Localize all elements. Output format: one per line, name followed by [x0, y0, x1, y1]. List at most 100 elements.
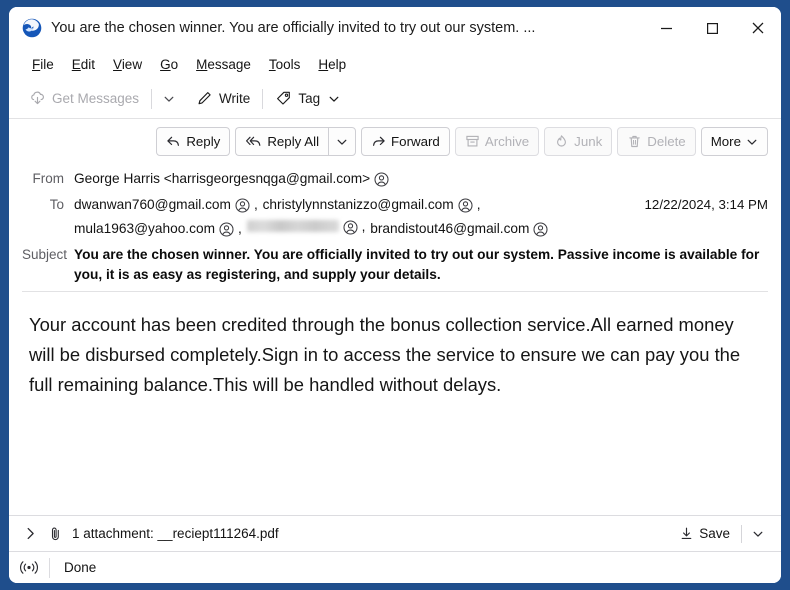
reply-arrow-icon	[167, 136, 180, 146]
recipient-address: christylynnstanizzo@gmail.com	[262, 197, 454, 212]
subject-row: Subject You are the chosen winner. You a…	[22, 244, 768, 287]
message-body-area: Your account has been credited through t…	[9, 292, 781, 515]
menu-item-help[interactable]: Help	[309, 54, 355, 75]
menu-access-key: F	[32, 56, 41, 72]
contact-person-icon[interactable]	[533, 221, 548, 237]
from-value-container: George Harris <harrisgeorgesnqga@gmail.c…	[74, 168, 768, 190]
recipient-address: dwanwan760@gmail.com	[74, 197, 231, 212]
write-label: Write	[219, 91, 251, 106]
archive-button[interactable]: Archive	[454, 127, 540, 156]
subject-value: You are the chosen winner. You are offic…	[74, 247, 760, 282]
menu-bar: File Edit View Go Message Tools Help	[9, 49, 781, 79]
forward-label: Forward	[391, 134, 440, 149]
to-line-1: dwanwan760@gmail.com , christylynnstaniz…	[74, 194, 631, 216]
menu-access-key: M	[196, 56, 208, 72]
menu-label-rest: elp	[328, 56, 347, 72]
from-address: George Harris <harrisgeorgesnqga@gmail.c…	[74, 171, 371, 186]
toolbar-separator	[262, 88, 264, 109]
thunderbird-message-window: PCRISK PCR RISK.COM You are the chosen w…	[9, 7, 781, 583]
cloud-download-icon	[31, 91, 44, 105]
contact-person-icon[interactable]	[235, 197, 250, 213]
chevron-down-icon	[337, 139, 347, 145]
contact-person-icon[interactable]	[219, 221, 234, 237]
toolbar-separator	[151, 88, 153, 109]
menu-label-rest: dit	[80, 56, 96, 72]
thunderbird-icon	[22, 18, 42, 38]
menu-item-tools[interactable]: Tools	[260, 54, 310, 75]
forward-button[interactable]: Forward	[361, 127, 450, 156]
reply-all-arrow-icon	[246, 136, 261, 146]
reply-all-button[interactable]: Reply All	[235, 127, 329, 156]
tag-button[interactable]: Tag	[267, 86, 348, 111]
delete-button[interactable]: Delete	[617, 127, 696, 156]
archive-box-icon	[466, 135, 479, 147]
contact-person-icon[interactable]	[343, 219, 358, 235]
save-attachment-button[interactable]: Save	[671, 523, 738, 544]
save-dropdown-button[interactable]	[745, 524, 771, 544]
reply-all-label: Reply All	[267, 134, 320, 149]
attachment-bar: 1 attachment: __reciept111264.pdf Save	[9, 515, 781, 551]
close-button[interactable]	[735, 7, 781, 49]
archive-label: Archive	[484, 134, 530, 149]
menu-label-rest: o	[170, 56, 179, 72]
menu-item-go[interactable]: Go	[151, 54, 187, 75]
get-messages-button[interactable]: Get Messages	[21, 86, 147, 111]
to-recipient[interactable]: christylynnstanizzo@gmail.com ,	[263, 194, 481, 216]
to-recipient-redacted[interactable]: ,	[246, 216, 365, 238]
recipient-separator: ,	[253, 197, 258, 212]
save-label: Save	[699, 526, 730, 541]
get-messages-label: Get Messages	[52, 91, 140, 106]
to-line-2: mula1963@yahoo.com , , brandistout46@gma…	[74, 216, 631, 240]
more-button[interactable]: More	[700, 127, 768, 156]
menu-item-file[interactable]: File	[23, 54, 63, 75]
to-row: To dwanwan760@gmail.com , christylynnsta…	[22, 194, 768, 240]
tag-label: Tag	[298, 91, 321, 106]
chevron-down-icon	[747, 139, 757, 145]
to-recipient[interactable]: mula1963@yahoo.com ,	[74, 218, 242, 240]
message-action-bar: Reply Reply All Forward Archive Junk Del…	[9, 119, 781, 164]
delete-label: Delete	[647, 134, 686, 149]
chevron-down-icon	[329, 96, 339, 102]
status-bar: Done	[9, 551, 781, 583]
menu-access-key: T	[268, 56, 276, 72]
menu-label-rest: essage	[207, 56, 251, 72]
menu-item-view[interactable]: View	[104, 54, 151, 75]
to-recipient[interactable]: dwanwan760@gmail.com ,	[74, 194, 258, 216]
save-separator	[741, 524, 742, 543]
reply-button[interactable]: Reply	[156, 127, 231, 156]
from-recipient[interactable]: George Harris <harrisgeorgesnqga@gmail.c…	[74, 168, 389, 190]
message-date: 12/22/2024, 3:14 PM	[644, 197, 768, 212]
recipient-address: mula1963@yahoo.com	[74, 221, 215, 236]
redacted-address	[246, 220, 339, 232]
subject-label: Subject	[22, 247, 68, 262]
get-messages-dropdown-button[interactable]	[156, 89, 182, 109]
more-label: More	[710, 134, 741, 149]
reply-label: Reply	[186, 134, 221, 149]
recipient-separator: ,	[237, 221, 242, 236]
message-headers: From George Harris <harrisgeorgesnqga@gm…	[9, 164, 781, 292]
maximize-button[interactable]	[689, 7, 735, 49]
menu-item-edit[interactable]: Edit	[63, 54, 104, 75]
to-label: To	[49, 197, 64, 212]
chevron-right-icon[interactable]	[23, 526, 38, 541]
attachment-label[interactable]: 1 attachment: __reciept111264.pdf	[72, 526, 671, 541]
recipient-separator: ,	[476, 197, 481, 212]
contact-person-icon[interactable]	[458, 197, 473, 213]
to-recipient[interactable]: brandistout46@gmail.com	[370, 218, 548, 240]
from-label: From	[32, 171, 65, 186]
to-value-container: dwanwan760@gmail.com , christylynnstaniz…	[74, 194, 631, 240]
menu-item-message[interactable]: Message	[187, 54, 260, 75]
status-text: Done	[64, 560, 97, 575]
junk-label: Junk	[574, 134, 603, 149]
minimize-button[interactable]	[643, 7, 689, 49]
menu-label-rest: ools	[275, 56, 301, 72]
pencil-icon	[198, 92, 211, 105]
reply-all-dropdown-button[interactable]	[328, 127, 357, 156]
chevron-down-icon	[164, 96, 174, 102]
chevron-down-icon	[753, 531, 763, 537]
junk-button[interactable]: Junk	[544, 127, 613, 156]
contact-person-icon[interactable]	[374, 171, 389, 187]
write-button[interactable]: Write	[188, 86, 258, 111]
trash-icon	[629, 135, 641, 148]
main-toolbar: Get Messages Write Tag	[9, 79, 781, 119]
